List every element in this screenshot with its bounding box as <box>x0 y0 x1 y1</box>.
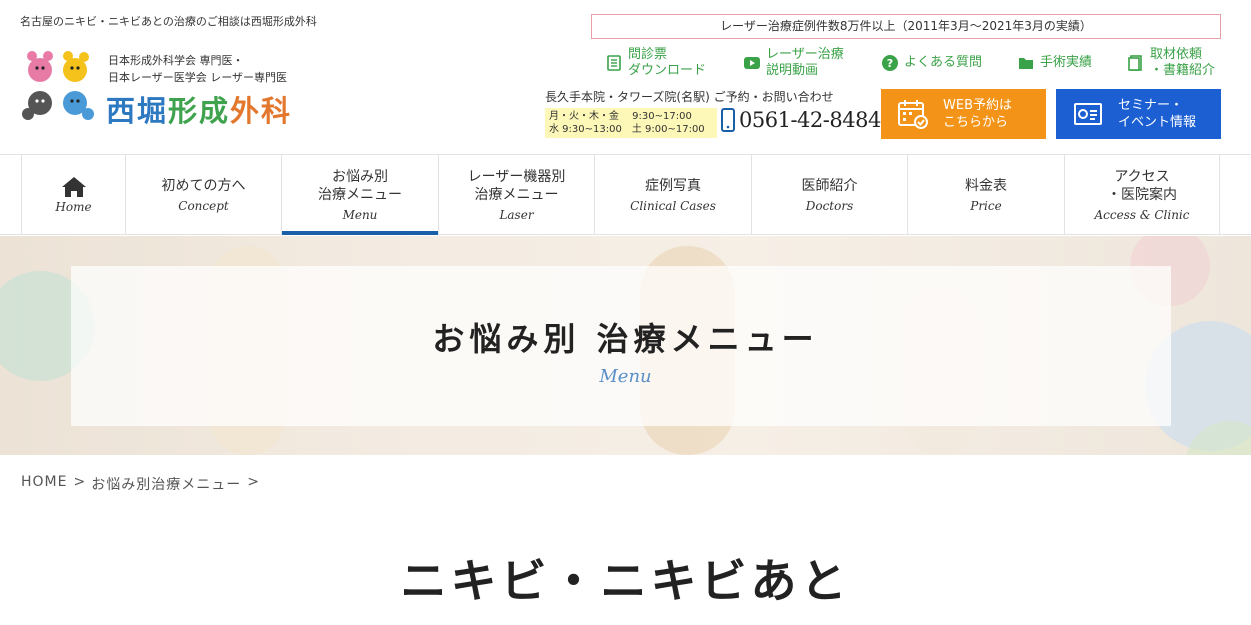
utility-links: 問診票 ダウンロード レーザー治療 説明動画 ? よくある質問 手術実績 取材依… <box>606 47 1226 81</box>
phone-link[interactable]: 0561-42-8484 <box>721 108 881 132</box>
nav-price[interactable]: 料金表 Price <box>908 155 1065 235</box>
nav-price-jp: 料金表 <box>965 178 1007 194</box>
nav-home[interactable]: Home <box>22 155 126 235</box>
contact-block: 長久手本院・タワーズ院(名駅) ご予約・お問い合わせ 月・火・木・金 9:30~… <box>545 88 881 140</box>
logo-name: 西堀形成外科 <box>106 94 293 128</box>
calendar-check-icon <box>898 100 928 129</box>
hours-line-2: 水 9:30~13:00 土 9:00~17:00 <box>549 124 705 135</box>
mobile-phone-icon <box>721 108 735 132</box>
nav-laser-jp: レーザー機器別 治療メニュー <box>467 169 566 203</box>
global-nav: Home 初めての方へ Concept お悩み別 治療メニュー Menu レーザ… <box>0 154 1251 235</box>
nav-laser-en: Laser <box>499 208 534 222</box>
hero-banner: お悩み別 治療メニュー Menu <box>0 236 1251 455</box>
folder-icon <box>1019 58 1033 69</box>
laser-video-link[interactable]: レーザー治療 説明動画 <box>744 47 844 79</box>
web-reservation-button[interactable]: WEB予約は こちらから <box>881 89 1046 139</box>
document-icon <box>607 55 621 71</box>
nav-access-clinic-jp: アクセス ・医院案内 <box>1107 169 1177 203</box>
book-icon <box>1128 55 1142 71</box>
breadcrumb-separator: > <box>73 474 86 490</box>
hero-subtitle: Menu <box>599 366 652 387</box>
clinic-hours: 月・火・木・金 9:30~17:00 水 9:30~13:00 土 9:00~1… <box>545 108 717 138</box>
surgery-record-link[interactable]: 手術実績 <box>1018 55 1092 71</box>
logo-credential-2: 日本レーザー医学会 レーザー専門医 <box>108 71 288 84</box>
nav-home-en: Home <box>55 200 92 214</box>
logo[interactable]: 日本形成外科学会 専門医・ 日本レーザー医学会 レーザー専門医 西堀形成外科 <box>20 48 320 128</box>
nav-clinical-cases[interactable]: 症例写真 Clinical Cases <box>595 155 752 235</box>
nav-price-en: Price <box>970 199 1002 213</box>
nav-doctors[interactable]: 医師紹介 Doctors <box>752 155 908 235</box>
nav-access-clinic[interactable]: アクセス ・医院案内 Access & Clinic <box>1065 155 1220 235</box>
hero-title: お悩み別 治療メニュー <box>432 320 819 358</box>
media-books-link[interactable]: 取材依頼 ・書籍紹介 <box>1128 47 1215 79</box>
question-icon: ? <box>882 55 898 71</box>
breadcrumb-menu-link[interactable]: お悩み別治療メニュー <box>91 474 241 494</box>
nav-access-clinic-en: Access & Clinic <box>1094 208 1190 222</box>
nav-clinical-cases-en: Clinical Cases <box>630 199 716 213</box>
phone-number: 0561-42-8484 <box>739 108 881 132</box>
nav-concept-jp: 初めての方へ <box>161 178 246 194</box>
video-play-icon <box>744 57 760 69</box>
breadcrumb-home-link[interactable]: HOME <box>21 474 67 494</box>
questionnaire-download-link[interactable]: 問診票 ダウンロード <box>606 47 706 79</box>
presentation-board-icon <box>1074 103 1102 125</box>
breadcrumb: HOME > お悩み別治療メニュー > <box>21 474 259 494</box>
mascot-logo-icon <box>22 51 94 120</box>
contact-title: 長久手本院・タワーズ院(名駅) ご予約・お問い合わせ <box>545 90 834 104</box>
nav-menu-jp: お悩み別 治療メニュー <box>318 169 402 203</box>
nav-doctors-jp: 医師紹介 <box>801 178 858 194</box>
nav-menu[interactable]: お悩み別 治療メニュー Menu <box>282 155 439 235</box>
faq-link[interactable]: ? よくある質問 <box>882 55 982 71</box>
nav-clinical-cases-jp: 症例写真 <box>645 178 701 194</box>
svg-text:?: ? <box>887 57 893 70</box>
home-icon <box>61 177 86 197</box>
nav-concept[interactable]: 初めての方へ Concept <box>126 155 282 235</box>
breadcrumb-separator: > <box>247 474 259 490</box>
hours-line-1: 月・火・木・金 9:30~17:00 <box>549 111 692 122</box>
notice-banner: レーザー治療症例件数8万件以上（2011年3月～2021年3月の実績） <box>591 14 1221 39</box>
nav-concept-en: Concept <box>178 199 229 213</box>
tagline: 名古屋のニキビ・ニキビあとの治療のご相談は西堀形成外科 <box>20 15 317 28</box>
seminar-event-button[interactable]: セミナー・ イベント情報 <box>1056 89 1221 139</box>
logo-credential-1: 日本形成外科学会 専門医・ <box>108 54 244 67</box>
nav-laser[interactable]: レーザー機器別 治療メニュー Laser <box>439 155 595 235</box>
nav-doctors-en: Doctors <box>805 199 854 213</box>
nav-menu-en: Menu <box>342 208 378 222</box>
page-title: ニキビ・ニキビあと <box>400 554 851 608</box>
